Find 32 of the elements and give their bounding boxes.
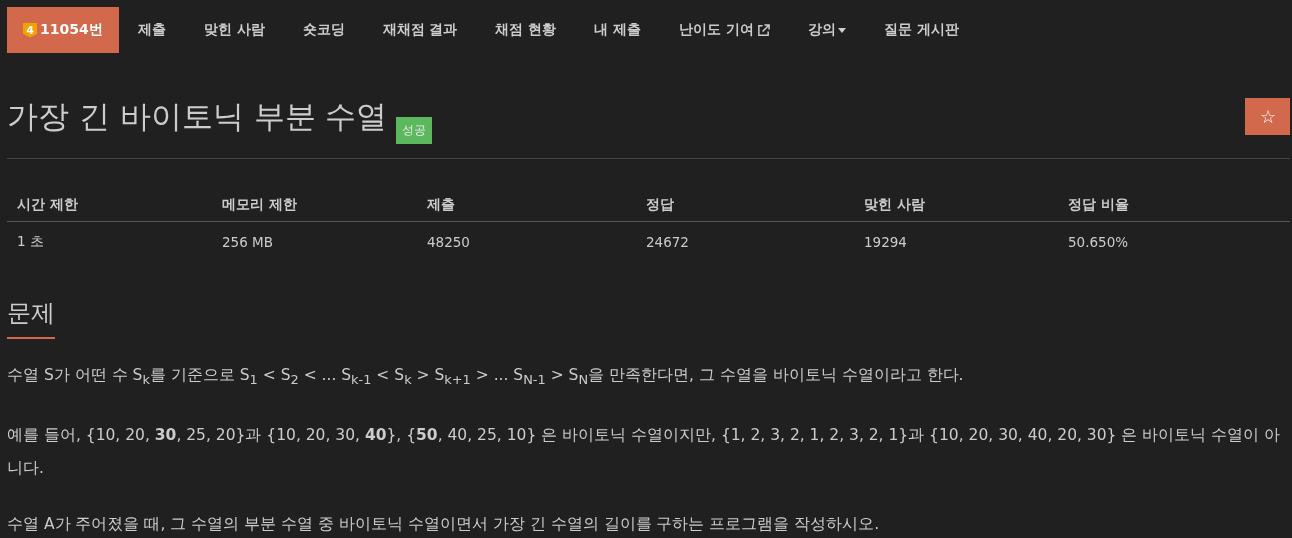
- column-header: 맞힌 사람: [864, 196, 926, 214]
- table-cell-text: 50.650%: [1068, 234, 1130, 250]
- column-header: 제출: [427, 196, 456, 214]
- column-header: 메모리 제한: [222, 196, 298, 214]
- paragraph: 예를 들어, {10, 20, 30, 25, 20}과 {10, 20, 30, 40}, {50, 40, 25, 10} 은 바이토닉 수열이지만, {1, 2, 3, 2, 1, 2, 3, 2, 1}과 {10, 20, 30, 40, 20, 30} 은 바이토닉 수열이 아니다.: [7, 425, 1282, 480]
- table-cell-text: 24672: [646, 234, 690, 250]
- table-cell-text: 1 초: [17, 233, 45, 251]
- problem-title: 가장 긴 바이토닉 부분 수열: [7, 97, 388, 136]
- column-header: 정답 비율: [1068, 196, 1130, 214]
- status-badge: 성공: [396, 117, 433, 144]
- nav-tab[interactable]: 내 제출: [575, 7, 661, 53]
- nav-tab[interactable]: 숏코딩: [283, 7, 364, 53]
- external-link-icon: [757, 23, 771, 37]
- table-cell-text: 48250: [427, 234, 471, 250]
- nav-tab[interactable]: 제출: [118, 7, 185, 53]
- caret-icon: [838, 27, 847, 33]
- nav-tab[interactable]: 질문 게시판: [865, 7, 978, 53]
- nav-tab[interactable]: 난이도 기여: [660, 7, 790, 53]
- column-header: 시간 제한: [17, 196, 79, 214]
- nav-tab[interactable]: 4 11054번: [7, 7, 119, 53]
- favorite-button[interactable]: ☆: [1245, 98, 1290, 135]
- nav-tab[interactable]: 재채점 결과: [363, 7, 477, 53]
- paragraph: 수열 A가 주어졌을 때, 그 수열의 부분 수열 중 바이토닉 수열이면서 가장 긴 수열의 길이를 구하는 프로그램을 작성하시오.: [7, 514, 881, 536]
- nav-tab[interactable]: 강의: [789, 7, 866, 53]
- section-title: 문제: [7, 299, 55, 327]
- tier-badge-icon: 4: [23, 22, 37, 38]
- nav-tab[interactable]: 채점 현황: [476, 7, 576, 53]
- table-cell-text: 19294: [864, 234, 908, 250]
- paragraph: 수열 S가 어떤 수 S$_{k}$를 기준으로 S$_{1}$ < S$_{2}$ < ... S$_{k-1}$ < S$_{k}$ > S$_{k+1}$ > ... S$_{N-1}$ > S$_{N}$을 만족한다면, 그 수열을 바이토닉 수열이라고 한다.: [7, 365, 965, 390]
- column-header: 정답: [646, 196, 675, 214]
- nav-tab[interactable]: 맞힌 사람: [184, 7, 284, 53]
- table-cell-text: 256 MB: [222, 234, 274, 250]
